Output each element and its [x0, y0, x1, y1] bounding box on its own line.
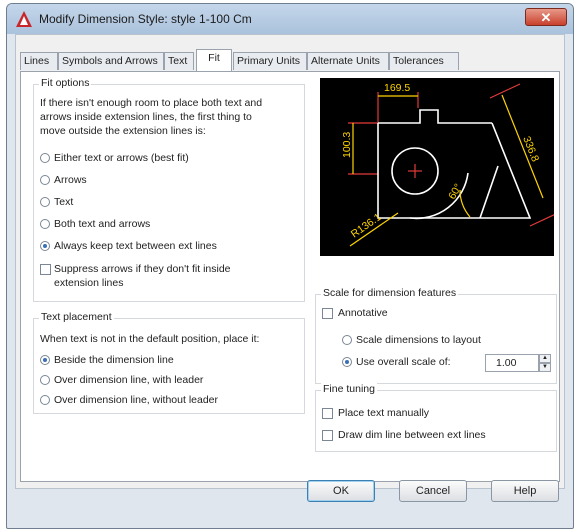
tab-lines[interactable]: Lines — [20, 52, 58, 70]
radio-label-either-text-or-arrows[interactable]: Either text or arrows (best fit) — [54, 151, 189, 165]
radio-beside-dimension-line[interactable] — [40, 355, 50, 365]
help-button[interactable]: Help — [491, 480, 559, 502]
checkbox-label-suppress-arrows-line2[interactable]: extension lines — [54, 276, 123, 290]
overall-scale-input[interactable]: 1.00 — [485, 354, 539, 372]
dialog-body: Lines Symbols and Arrows Text Fit Primar… — [15, 34, 565, 489]
ok-button[interactable]: OK — [307, 480, 375, 502]
radio-always-keep-text[interactable] — [40, 241, 50, 251]
fit-options-description-line3: move outside the extension lines is: — [40, 125, 206, 137]
radio-both-text-and-arrows[interactable] — [40, 219, 50, 229]
radio-label-over-dim-with-leader[interactable]: Over dimension line, with leader — [54, 373, 203, 387]
checkbox-label-annotative[interactable]: Annotative — [338, 306, 388, 320]
fit-tab-panel: Fit options If there isn't enough room t… — [20, 71, 561, 482]
preview-label-angle: 60° — [446, 182, 464, 202]
radio-either-text-or-arrows[interactable] — [40, 153, 50, 163]
radio-label-scale-to-layout[interactable]: Scale dimensions to layout — [356, 333, 481, 347]
text-placement-group: Text placement When text is not in the d… — [33, 311, 305, 414]
scale-title: Scale for dimension features — [321, 287, 459, 299]
tab-text[interactable]: Text — [164, 52, 194, 70]
tab-symbols-and-arrows[interactable]: Symbols and Arrows — [58, 52, 164, 70]
checkbox-label-draw-dim-line[interactable]: Draw dim line between ext lines — [338, 428, 486, 442]
checkbox-draw-dim-line[interactable] — [322, 430, 333, 441]
checkbox-place-text-manually[interactable] — [322, 408, 333, 419]
dimension-preview: 169.5 100.3 336.8 60° R136.1 — [320, 78, 561, 256]
radio-use-overall-scale[interactable] — [342, 357, 352, 367]
dialog-window: Modify Dimension Style: style 1-100 Cm ✕… — [6, 3, 574, 529]
text-placement-description: When text is not in the default position… — [40, 333, 260, 345]
close-button[interactable]: ✕ — [525, 8, 567, 26]
preview-label-width: 169.5 — [384, 82, 410, 94]
radio-over-dim-with-leader[interactable] — [40, 375, 50, 385]
radio-label-arrows[interactable]: Arrows — [54, 173, 87, 187]
window-title: Modify Dimension Style: style 1-100 Cm — [39, 12, 252, 26]
text-placement-title: Text placement — [39, 311, 114, 323]
overall-scale-spinner[interactable]: ▲ ▼ — [539, 354, 551, 372]
fine-tuning-title: Fine tuning — [321, 383, 377, 395]
radio-label-always-keep-text[interactable]: Always keep text between ext lines — [54, 239, 217, 253]
radio-label-both-text-and-arrows[interactable]: Both text and arrows — [54, 217, 150, 231]
radio-scale-to-layout[interactable] — [342, 335, 352, 345]
checkbox-suppress-arrows[interactable] — [40, 264, 51, 275]
checkbox-label-place-text-manually[interactable]: Place text manually — [338, 406, 429, 420]
radio-label-over-dim-without-leader[interactable]: Over dimension line, without leader — [54, 393, 218, 407]
preview-drawing: 169.5 100.3 336.8 60° R136.1 — [341, 82, 561, 247]
cancel-button[interactable]: Cancel — [399, 480, 467, 502]
radio-label-beside-dimension-line[interactable]: Beside the dimension line — [54, 353, 174, 367]
tab-tolerances[interactable]: Tolerances — [389, 52, 459, 70]
tab-fit[interactable]: Fit — [196, 49, 232, 71]
checkbox-label-suppress-arrows-line1[interactable]: Suppress arrows if they don't fit inside — [54, 262, 231, 276]
radio-arrows[interactable] — [40, 175, 50, 185]
radio-label-use-overall-scale[interactable]: Use overall scale of: — [356, 355, 451, 369]
fit-options-group: Fit options If there isn't enough room t… — [33, 77, 305, 302]
checkbox-annotative[interactable] — [322, 308, 333, 319]
spin-up-icon[interactable]: ▲ — [539, 354, 551, 363]
preview-label-height: 100.3 — [341, 132, 353, 158]
spin-down-icon[interactable]: ▼ — [539, 363, 551, 372]
radio-label-text[interactable]: Text — [54, 195, 73, 209]
fit-options-description-line1: If there isn't enough room to place both… — [40, 97, 263, 109]
fit-options-description-line2: arrows inside extension lines, the first… — [40, 111, 252, 123]
tab-alternate-units[interactable]: Alternate Units — [307, 52, 389, 70]
tab-primary-units[interactable]: Primary Units — [233, 52, 307, 70]
radio-over-dim-without-leader[interactable] — [40, 395, 50, 405]
fit-options-title: Fit options — [39, 77, 92, 89]
fine-tuning-group: Fine tuning Place text manually Draw dim… — [315, 383, 557, 452]
radio-text[interactable] — [40, 197, 50, 207]
title-bar[interactable]: Modify Dimension Style: style 1-100 Cm ✕ — [7, 4, 573, 34]
autocad-app-icon — [16, 11, 32, 27]
